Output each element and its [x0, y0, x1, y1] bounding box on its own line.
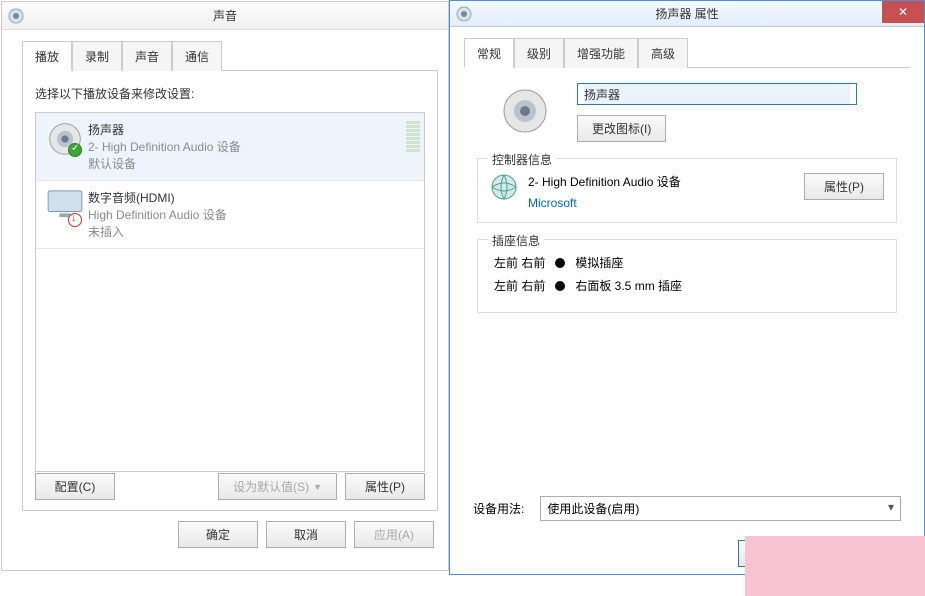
sound-tabs: 播放 录制 声音 通信	[22, 40, 438, 71]
speaker-icon	[456, 6, 472, 22]
controller-legend: 控制器信息	[488, 151, 556, 168]
playback-panel: 选择以下播放设备来修改设置: 扬声器 2- High Definition Au…	[22, 71, 438, 511]
device-item-speaker[interactable]: 扬声器 2- High Definition Audio 设备 默认设备	[36, 113, 424, 181]
properties-tabs: 常规 级别 增强功能 高级	[464, 37, 910, 68]
sound-titlebar[interactable]: 声音	[2, 2, 448, 30]
tab-recording[interactable]: 录制	[72, 41, 122, 71]
close-icon: ✕	[898, 5, 908, 19]
sound-dialog-footer: 确定 取消 应用(A)	[2, 511, 448, 558]
device-usage-row: 设备用法: 使用此设备(启用)	[473, 496, 901, 521]
jack-label: 右面板 3.5 mm 插座	[575, 277, 682, 294]
properties-body: 常规 级别 增强功能 高级 更改图标(I) 控制器信息	[450, 27, 924, 528]
close-button[interactable]: ✕	[882, 1, 924, 23]
set-default-label: 设为默认值(S)	[233, 478, 309, 495]
device-name: 数字音频(HDMI)	[88, 189, 418, 206]
jack-dot-icon	[555, 258, 565, 268]
change-icon-button[interactable]: 更改图标(I)	[577, 115, 666, 142]
level-meter	[406, 121, 420, 152]
decorative-overlay	[745, 536, 925, 596]
device-list[interactable]: 扬声器 2- High Definition Audio 设备 默认设备 数字音…	[35, 112, 425, 472]
tab-enhancements[interactable]: 增强功能	[564, 38, 638, 68]
cancel-button[interactable]: 取消	[266, 521, 346, 548]
device-properties-button[interactable]: 属性(P)	[345, 473, 425, 500]
instruction-text: 选择以下播放设备来修改设置:	[35, 85, 425, 102]
tab-sounds[interactable]: 声音	[122, 41, 172, 71]
check-badge-icon	[68, 143, 82, 157]
jack-position: 左前 右前	[494, 254, 545, 271]
device-status: 默认设备	[88, 155, 418, 172]
jack-position: 左前 右前	[494, 277, 545, 294]
set-default-button[interactable]: 设为默认值(S) ▼	[218, 473, 337, 500]
monitor-icon	[42, 189, 88, 240]
speaker-icon	[8, 8, 24, 24]
device-name-input[interactable]	[577, 83, 857, 105]
general-panel: 更改图标(I) 控制器信息 2- High Definition Audio 设…	[464, 68, 910, 528]
chevron-down-icon: ▼	[313, 482, 322, 492]
apply-button[interactable]: 应用(A)	[354, 521, 434, 548]
tab-advanced[interactable]: 高级	[638, 38, 688, 68]
jack-dot-icon	[555, 281, 565, 291]
controller-vendor-link[interactable]: Microsoft	[528, 196, 794, 210]
properties-titlebar[interactable]: 扬声器 属性 ✕	[450, 1, 924, 27]
usage-label: 设备用法:	[473, 500, 524, 517]
jack-row: 左前 右前 模拟插座	[494, 254, 884, 271]
sound-window-title: 声音	[213, 7, 237, 24]
usage-selected-value: 使用此设备(启用)	[547, 502, 639, 516]
tab-general[interactable]: 常规	[464, 38, 514, 68]
sound-window: 声音 播放 录制 声音 通信 选择以下播放设备来修改设置: 扬声器 2- Hig…	[1, 1, 449, 571]
panel-button-row: 配置(C) 设为默认值(S) ▼ 属性(P)	[35, 473, 425, 500]
jack-legend: 插座信息	[488, 232, 544, 249]
speaker-icon	[42, 121, 88, 172]
ok-button[interactable]: 确定	[178, 521, 258, 548]
properties-window-title: 扬声器 属性	[655, 5, 718, 22]
device-sub: 2- High Definition Audio 设备	[88, 138, 418, 155]
tab-playback[interactable]: 播放	[22, 41, 72, 71]
globe-icon	[490, 173, 518, 204]
controller-name: 2- High Definition Audio 设备	[528, 173, 794, 190]
device-item-hdmi[interactable]: 数字音频(HDMI) High Definition Audio 设备 未插入	[36, 181, 424, 249]
configure-button[interactable]: 配置(C)	[35, 473, 115, 500]
jack-label: 模拟插座	[575, 254, 623, 271]
jack-info-group: 插座信息 左前 右前 模拟插座 左前 右前 右面板 3.5 mm 插座	[477, 239, 897, 313]
device-name: 扬声器	[88, 121, 418, 138]
device-status: 未插入	[88, 223, 418, 240]
device-sub: High Definition Audio 设备	[88, 206, 418, 223]
controller-info-group: 控制器信息 2- High Definition Audio 设备 Micros…	[477, 158, 897, 223]
device-usage-select[interactable]: 使用此设备(启用)	[540, 496, 901, 521]
device-identity-row: 更改图标(I)	[497, 83, 905, 142]
unplugged-badge-icon	[68, 213, 82, 227]
speaker-icon	[497, 83, 553, 139]
properties-window: 扬声器 属性 ✕ 常规 级别 增强功能 高级 更改图标(I) 控制器信息	[449, 0, 925, 575]
tab-communications[interactable]: 通信	[172, 41, 222, 71]
controller-properties-button[interactable]: 属性(P)	[804, 173, 884, 200]
tab-levels[interactable]: 级别	[514, 38, 564, 68]
jack-row: 左前 右前 右面板 3.5 mm 插座	[494, 277, 884, 294]
